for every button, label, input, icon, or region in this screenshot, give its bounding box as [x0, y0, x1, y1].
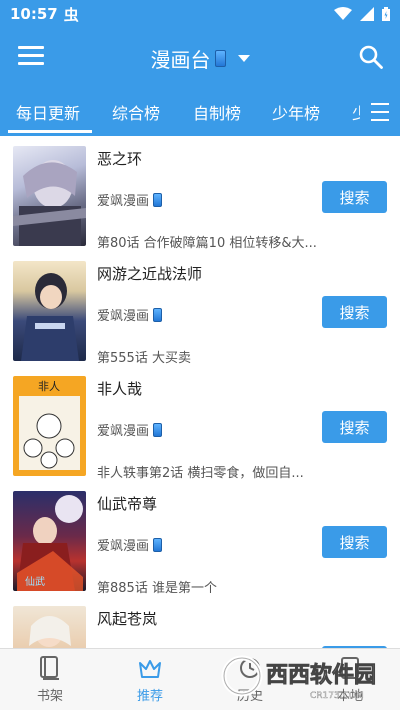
status-time: 10:57 — [10, 5, 58, 23]
site-watermark: 西西软件园 CR173.COM — [220, 652, 380, 704]
nav-recommend[interactable]: 推荐 — [110, 655, 190, 704]
crown-icon — [139, 660, 161, 678]
cover-image — [13, 261, 86, 361]
search-button[interactable]: 搜索 — [322, 526, 387, 558]
comic-title: 风起苍岚 — [97, 610, 158, 628]
notification-icon: 虫 — [63, 5, 79, 24]
latest-chapter: 第885话 谁是第一个 — [97, 581, 217, 596]
phone-icon — [153, 192, 163, 207]
list-item[interactable]: 仙武 仙武帝尊 爱飒漫画 第885话 谁是第一个 搜索 — [0, 481, 400, 596]
dropdown-caret-icon — [237, 55, 250, 62]
search-icon[interactable] — [358, 44, 384, 70]
nav-label: 推荐 — [136, 689, 163, 704]
battery-icon — [382, 7, 390, 21]
category-tabs: 每日更新 综合榜 自制榜 少年榜 少 — [0, 88, 400, 136]
tab-shonen-rank[interactable]: 少年榜 — [272, 100, 320, 124]
list-item[interactable]: 网游之近战法师 爱飒漫画 第555话 大买卖 搜索 — [0, 251, 400, 366]
svg-text:仙武: 仙武 — [25, 575, 45, 588]
phone-icon — [153, 422, 163, 437]
cover-image: 仙武 — [13, 491, 86, 591]
latest-chapter: 第80话 合作破障篇10 相位转移&大... — [97, 236, 317, 251]
phone-icon — [214, 50, 226, 67]
latest-chapter: 非人轶事第2话 横扫零食，做回自... — [97, 466, 304, 481]
comic-list: 恶之环 爱飒漫画 第80话 合作破障篇10 相位转移&大... 搜索 网游之近战… — [0, 136, 400, 648]
phone-icon — [153, 307, 163, 322]
signal-icon — [360, 7, 374, 21]
comic-title: 仙武帝尊 — [97, 495, 158, 513]
comic-title: 网游之近战法师 — [97, 265, 203, 283]
comic-title: 非人哉 — [97, 380, 143, 398]
search-button[interactable]: 搜索 — [322, 296, 387, 328]
tab-original-rank[interactable]: 自制榜 — [193, 100, 241, 124]
latest-chapter: 第555话 大买卖 — [97, 351, 191, 366]
nav-bookshelf[interactable]: 书架 — [10, 655, 90, 704]
tabs-menu-icon[interactable] — [360, 88, 400, 136]
svg-text:非人: 非人 — [38, 380, 60, 393]
list-item[interactable]: 非人 非人哉 爱飒漫画 非人轶事第2话 横扫零食，做回自... 搜索 — [0, 366, 400, 481]
watermark-subtext: CR173.COM — [310, 691, 364, 701]
phone-icon — [153, 537, 163, 552]
status-bar: 10:57 虫 — [0, 0, 400, 28]
cover-image — [13, 606, 86, 648]
bookshelf-icon — [40, 656, 59, 680]
watermark-text: 西西软件园 — [266, 662, 376, 688]
comic-title: 恶之环 — [97, 150, 143, 168]
tab-overall-rank[interactable]: 综合榜 — [112, 100, 160, 124]
list-item[interactable]: 风起苍岚 搜索 — [0, 596, 400, 648]
cover-image: 非人 — [13, 376, 86, 476]
page-title: 漫画台 — [150, 48, 211, 72]
cover-image — [13, 146, 86, 246]
list-item[interactable]: 恶之环 爱飒漫画 第80话 合作破障篇10 相位转移&大... 搜索 — [0, 136, 400, 251]
active-tab-indicator — [8, 130, 92, 133]
comic-source: 爱飒漫画 — [97, 190, 163, 209]
comic-source: 爱飒漫画 — [97, 420, 163, 439]
comic-source: 爱飒漫画 — [97, 535, 163, 554]
wifi-icon — [334, 7, 352, 20]
comic-source: 爱飒漫画 — [97, 305, 163, 324]
source-selector[interactable]: 漫画台 — [0, 44, 400, 73]
tab-daily-update[interactable]: 每日更新 — [16, 100, 80, 124]
nav-label: 书架 — [36, 689, 63, 704]
search-button[interactable]: 搜索 — [322, 411, 387, 443]
app-bar: 漫画台 — [0, 28, 400, 88]
system-icons — [334, 7, 390, 21]
search-button[interactable]: 搜索 — [322, 181, 387, 213]
